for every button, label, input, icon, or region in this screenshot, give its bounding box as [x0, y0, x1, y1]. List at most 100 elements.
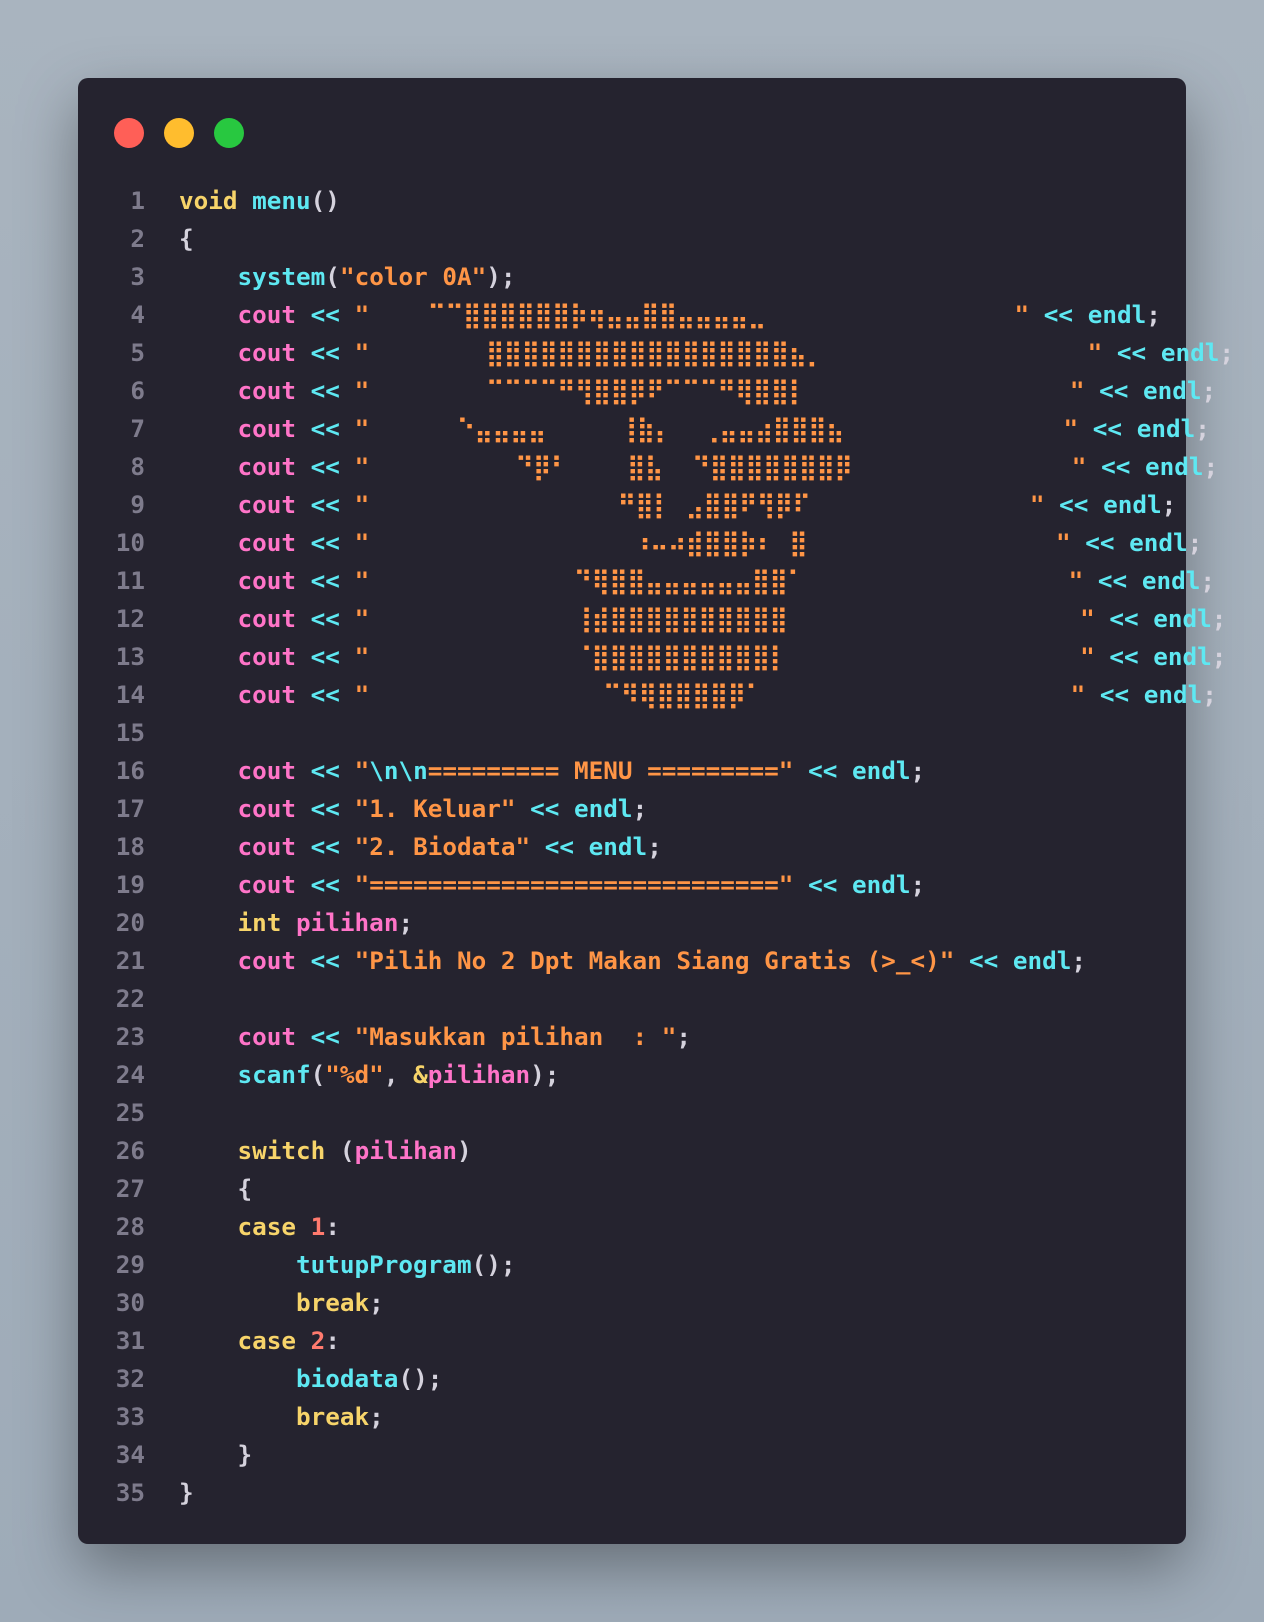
code-line: 28 case 1:: [78, 1208, 1186, 1246]
code-token: break: [296, 1288, 370, 1317]
code-token: cout: [237, 832, 297, 861]
code-token: cout: [237, 870, 297, 899]
line-number: 18: [115, 832, 145, 861]
code-token: {: [179, 224, 194, 253]
line-number: 17: [115, 794, 145, 823]
code-token: cout: [237, 794, 297, 823]
code-token: ========= MENU =========": [427, 756, 794, 785]
line-number: 20: [115, 908, 145, 937]
code-token: ;: [1200, 566, 1215, 595]
line-number: 22: [115, 984, 145, 1013]
line-source: }: [145, 1474, 194, 1512]
code-token: endl: [1087, 300, 1147, 329]
code-token: endl: [1136, 414, 1196, 443]
code-token: <<: [310, 566, 340, 595]
code-token: <<: [1059, 490, 1089, 519]
code-token: <<: [310, 832, 340, 861]
code-token: " ⠰⠤⠴⣾⣿⣿⡷⠆ ⣿ ": [354, 528, 1071, 557]
code-line: 22: [78, 980, 1186, 1018]
code-token: <<: [310, 604, 340, 633]
code-token: endl: [1160, 338, 1220, 367]
line-number: 15: [115, 718, 145, 747]
code-line: 35}: [78, 1474, 1186, 1512]
line-source: break;: [145, 1284, 384, 1322]
line-number: 29: [115, 1250, 145, 1279]
code-token: cout: [237, 452, 297, 481]
code-token: <<: [1097, 566, 1128, 595]
close-button[interactable]: [114, 118, 144, 148]
code-token: "%d": [325, 1060, 384, 1089]
line-source: [145, 714, 179, 752]
code-token: <<: [1109, 604, 1139, 633]
code-token: {: [237, 1174, 253, 1203]
code-line: 20 int pilihan;: [78, 904, 1186, 942]
code-line: 32 biodata();: [78, 1360, 1186, 1398]
code-block: 1 void menu() 2{3 system("color 0A"); 4 cou…: [78, 182, 1234, 1512]
line-number: 25: [115, 1098, 145, 1127]
code-token: cout: [237, 1022, 297, 1051]
minimize-button[interactable]: [164, 118, 194, 148]
code-line: 33 break;: [78, 1398, 1186, 1436]
code-token: ,: [383, 1060, 414, 1089]
code-token: ;: [1071, 946, 1087, 975]
code-token: ": [354, 756, 370, 785]
code-token: (): [310, 186, 340, 215]
code-token: "============================": [354, 870, 794, 899]
line-number: 1: [130, 186, 145, 215]
line-source: int pilihan;: [145, 904, 414, 942]
line-source: cout << " ⠉⠻⢿⣿⣿⣿⣿⡿⠁ " << endl;: [145, 676, 1217, 714]
code-token: <<: [1085, 528, 1115, 557]
code-token: cout: [237, 680, 297, 709]
code-token: cout: [237, 338, 297, 367]
code-line: 6 cout << " ⠉⠉⠉⠉⠛⢻⣿⣿⡿⠟⠉⠉⠉⠛⢿⣿⣿⡇ " << endl…: [78, 372, 1216, 410]
code-token: :: [325, 1212, 340, 1241]
code-token: <<: [310, 376, 340, 405]
code-token: <<: [1099, 376, 1129, 405]
line-number: 3: [130, 262, 145, 291]
code-token: :: [325, 1326, 340, 1355]
code-token: " ⠙⢿⣿⣿⣤⣤⣤⣤⣤⣤⣿⣿⠁ ": [354, 566, 1084, 595]
line-number: 2: [130, 224, 145, 253]
zoom-button[interactable]: [214, 118, 244, 148]
code-token: <<: [310, 794, 340, 823]
code-token: ;: [676, 1022, 692, 1051]
code-token: endl: [1145, 452, 1204, 481]
line-number: 23: [115, 1022, 145, 1051]
